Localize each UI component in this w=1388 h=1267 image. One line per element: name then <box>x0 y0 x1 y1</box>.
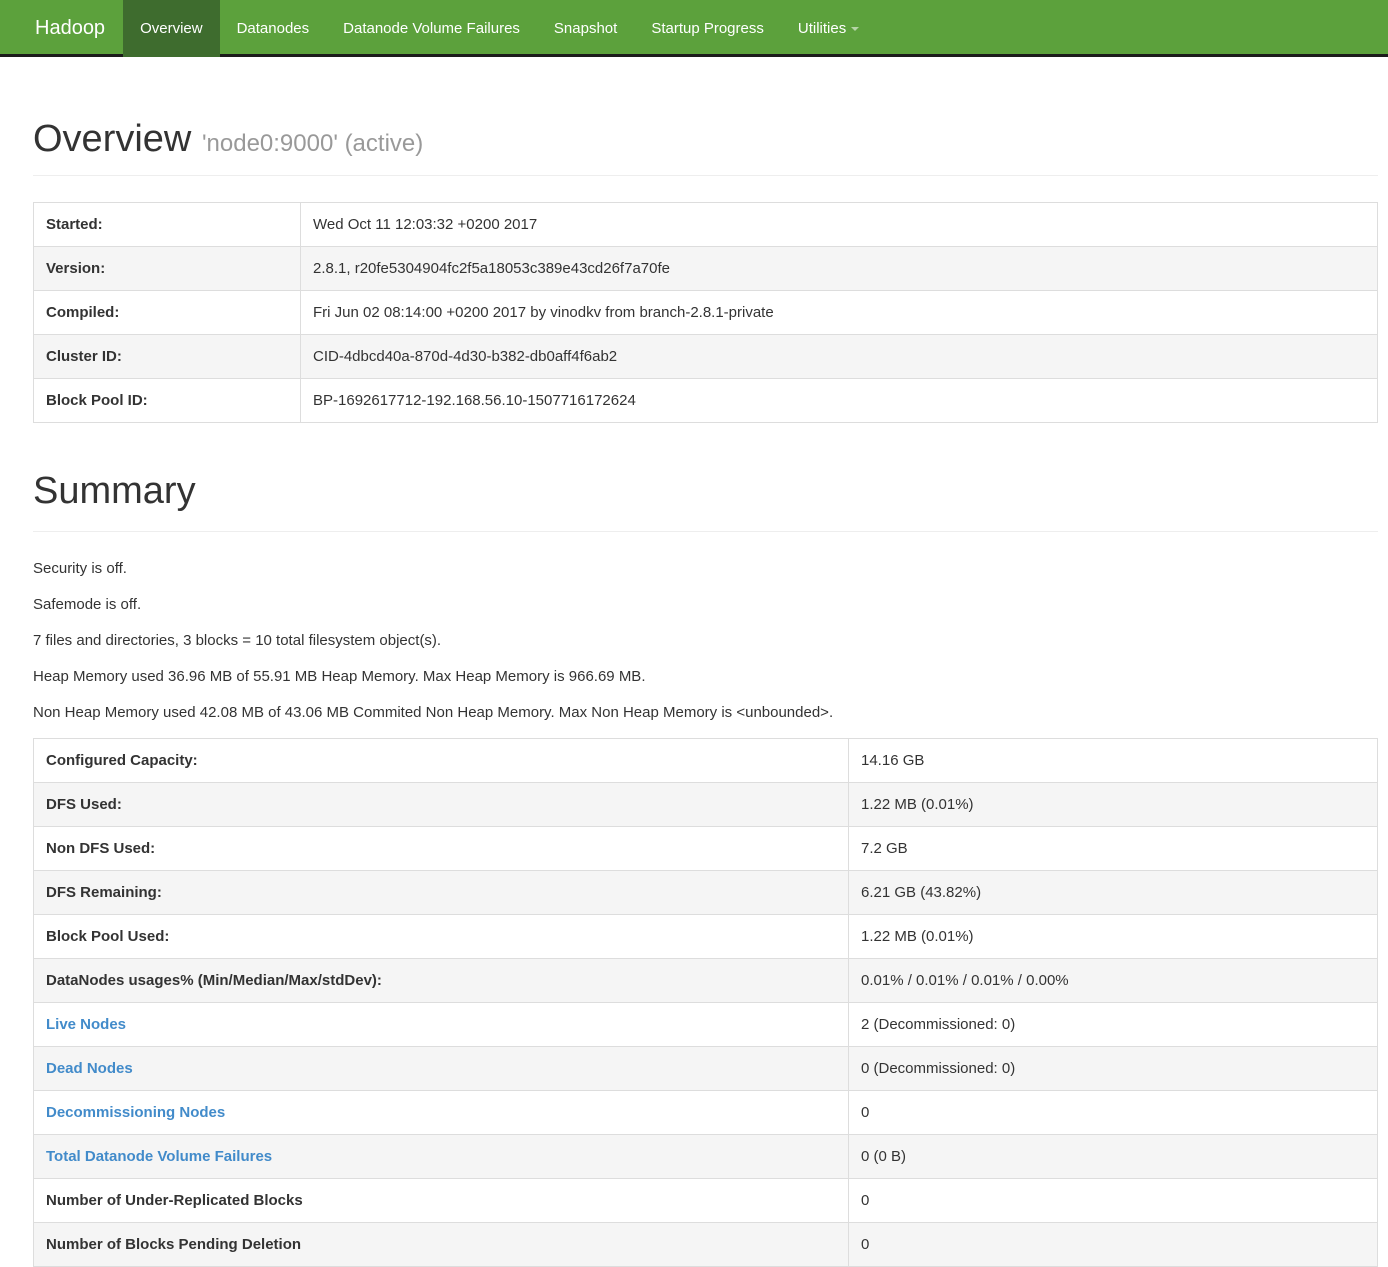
row-value: 7.2 GB <box>849 826 1378 870</box>
summary-header: Summary <box>33 471 1378 532</box>
table-row: Compiled: Fri Jun 02 08:14:00 +0200 2017… <box>34 290 1378 334</box>
chevron-down-icon <box>851 27 859 31</box>
table-row: Block Pool Used: 1.22 MB (0.01%) <box>34 914 1378 958</box>
row-value: 6.21 GB (43.82%) <box>849 870 1378 914</box>
table-row: DataNodes usages% (Min/Median/Max/stdDev… <box>34 958 1378 1002</box>
row-value: 2 (Decommissioned: 0) <box>849 1002 1378 1046</box>
table-row: Dead Nodes 0 (Decommissioned: 0) <box>34 1046 1378 1090</box>
nav-item-label: Overview <box>140 20 203 37</box>
overview-info-table-body: Started: Wed Oct 11 12:03:32 +0200 2017 … <box>34 202 1378 422</box>
row-value: Wed Oct 11 12:03:32 +0200 2017 <box>301 202 1378 246</box>
nav-item-link[interactable]: Startup Progress <box>634 0 781 57</box>
summary-paragraph: 7 files and directories, 3 blocks = 10 t… <box>33 630 1378 651</box>
nav-item-label: Datanode Volume Failures <box>343 20 520 37</box>
row-value: CID-4dbcd40a-870d-4d30-b382-db0aff4f6ab2 <box>301 334 1378 378</box>
row-label: Block Pool Used: <box>34 914 849 958</box>
row-label[interactable]: Total Datanode Volume Failures <box>34 1134 849 1178</box>
overview-info-table: Started: Wed Oct 11 12:03:32 +0200 2017 … <box>33 202 1378 423</box>
navbar-menu: Overview Datanodes Datanode Volume Failu… <box>123 0 876 54</box>
row-value: BP-1692617712-192.168.56.10-150771617262… <box>301 378 1378 422</box>
row-value: 0 (0 B) <box>849 1134 1378 1178</box>
top-navbar: Hadoop Overview Datanodes Datanode Volum… <box>0 0 1388 57</box>
nav-item-link[interactable]: Datanodes <box>220 0 327 57</box>
row-label: Number of Blocks Pending Deletion <box>34 1222 849 1266</box>
row-value: 2.8.1, r20fe5304904fc2f5a18053c389e43cd2… <box>301 246 1378 290</box>
row-value: 14.16 GB <box>849 738 1378 782</box>
row-label: Number of Under-Replicated Blocks <box>34 1178 849 1222</box>
row-label: DFS Used: <box>34 782 849 826</box>
row-label: Version: <box>34 246 301 290</box>
summary-paragraph: Security is off. <box>33 558 1378 579</box>
table-row: Non DFS Used: 7.2 GB <box>34 826 1378 870</box>
nav-item: Snapshot <box>537 0 634 54</box>
table-row: Version: 2.8.1, r20fe5304904fc2f5a18053c… <box>34 246 1378 290</box>
row-label: DataNodes usages% (Min/Median/Max/stdDev… <box>34 958 849 1002</box>
row-label: Configured Capacity: <box>34 738 849 782</box>
overview-header: Overview 'node0:9000' (active) <box>33 119 1378 176</box>
nav-item-label: Startup Progress <box>651 20 764 37</box>
row-value: Fri Jun 02 08:14:00 +0200 2017 by vinodk… <box>301 290 1378 334</box>
page-title: Overview 'node0:9000' (active) <box>33 119 1378 161</box>
nav-item-label: Snapshot <box>554 20 617 37</box>
summary-title: Summary <box>33 471 1378 513</box>
row-value: 0 <box>849 1178 1378 1222</box>
page-title-text: Overview <box>33 118 191 160</box>
table-row: Started: Wed Oct 11 12:03:32 +0200 2017 <box>34 202 1378 246</box>
nav-item-link[interactable]: Utilities <box>781 0 876 57</box>
row-label: Non DFS Used: <box>34 826 849 870</box>
nav-item-link[interactable]: Overview <box>123 0 220 57</box>
nav-item: Startup Progress <box>634 0 781 54</box>
summary-paragraph: Heap Memory used 36.96 MB of 55.91 MB He… <box>33 666 1378 687</box>
table-row: Decommissioning Nodes 0 <box>34 1090 1378 1134</box>
hadoop-brand-link[interactable]: Hadoop <box>0 0 123 54</box>
row-label[interactable]: Dead Nodes <box>34 1046 849 1090</box>
row-value: 0 <box>849 1222 1378 1266</box>
summary-paragraph: Safemode is off. <box>33 594 1378 615</box>
table-row: Number of Under-Replicated Blocks 0 <box>34 1178 1378 1222</box>
table-row: Cluster ID: CID-4dbcd40a-870d-4d30-b382-… <box>34 334 1378 378</box>
nav-item: Utilities <box>781 0 876 54</box>
table-row: Configured Capacity: 14.16 GB <box>34 738 1378 782</box>
row-value: 0.01% / 0.01% / 0.01% / 0.00% <box>849 958 1378 1002</box>
table-row: Number of Blocks Pending Deletion 0 <box>34 1222 1378 1266</box>
nav-item: Datanodes <box>220 0 327 54</box>
row-value: 1.22 MB (0.01%) <box>849 782 1378 826</box>
row-label: Cluster ID: <box>34 334 301 378</box>
page-content: Overview 'node0:9000' (active) Started: … <box>33 119 1378 1267</box>
row-value: 0 (Decommissioned: 0) <box>849 1046 1378 1090</box>
table-row: Total Datanode Volume Failures 0 (0 B) <box>34 1134 1378 1178</box>
row-label: Started: <box>34 202 301 246</box>
table-row: DFS Used: 1.22 MB (0.01%) <box>34 782 1378 826</box>
row-label: Compiled: <box>34 290 301 334</box>
summary-metrics-table: Configured Capacity: 14.16 GB DFS Used: … <box>33 738 1378 1267</box>
summary-paragraph: Non Heap Memory used 42.08 MB of 43.06 M… <box>33 702 1378 723</box>
nav-item: Overview <box>123 0 220 54</box>
row-value: 1.22 MB (0.01%) <box>849 914 1378 958</box>
table-row: DFS Remaining: 6.21 GB (43.82%) <box>34 870 1378 914</box>
summary-status-text: Security is off. Safemode is off. 7 file… <box>33 558 1378 723</box>
nav-item-label: Datanodes <box>237 20 310 37</box>
summary-metrics-table-body: Configured Capacity: 14.16 GB DFS Used: … <box>34 738 1378 1266</box>
row-label: DFS Remaining: <box>34 870 849 914</box>
namenode-address-subtitle: 'node0:9000' (active) <box>202 130 423 157</box>
nav-item-link[interactable]: Datanode Volume Failures <box>326 0 537 57</box>
row-label: Block Pool ID: <box>34 378 301 422</box>
nav-item-label: Utilities <box>798 20 846 37</box>
nav-item: Datanode Volume Failures <box>326 0 537 54</box>
table-row: Block Pool ID: BP-1692617712-192.168.56.… <box>34 378 1378 422</box>
row-label[interactable]: Decommissioning Nodes <box>34 1090 849 1134</box>
row-value: 0 <box>849 1090 1378 1134</box>
row-label[interactable]: Live Nodes <box>34 1002 849 1046</box>
nav-item-link[interactable]: Snapshot <box>537 0 634 57</box>
table-row: Live Nodes 2 (Decommissioned: 0) <box>34 1002 1378 1046</box>
